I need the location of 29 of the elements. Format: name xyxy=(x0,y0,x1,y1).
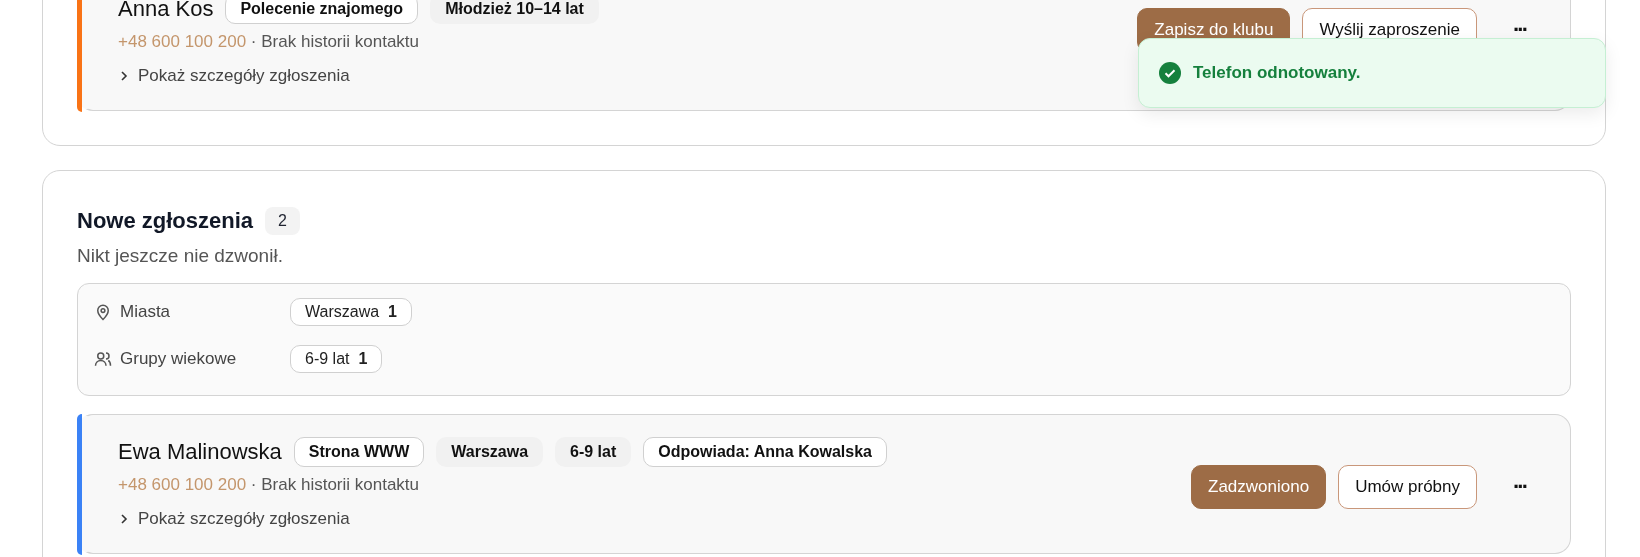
users-icon xyxy=(94,350,112,368)
filter-label: Miasta xyxy=(120,302,171,322)
secondary-button[interactable]: Umów próbny xyxy=(1338,465,1477,509)
chevron-right-icon xyxy=(118,70,130,82)
check-circle-icon xyxy=(1159,62,1181,84)
chevron-right-icon xyxy=(118,513,130,525)
more-button[interactable]: ··· xyxy=(1503,474,1536,500)
map-pin-icon xyxy=(94,303,112,321)
count-badge: 2 xyxy=(265,207,300,235)
lead-tag: Warszawa xyxy=(436,437,544,467)
details-toggle[interactable]: Pokaż szczegóły zgłoszenia xyxy=(118,509,887,529)
lead-name: Ewa Malinowska xyxy=(118,439,282,465)
filter-chip[interactable]: Warszawa 1 xyxy=(290,298,412,326)
primary-button[interactable]: Zadzwoniono xyxy=(1191,465,1327,509)
details-toggle[interactable]: Pokaż szczegóły zgłoszenia xyxy=(118,66,599,86)
lead-tag: Polecenie znajomego xyxy=(225,0,419,24)
lead-tag: Odpowiada: Anna Kowalska xyxy=(643,437,887,467)
contact-line: +48 600 100 200 · Brak historii kontaktu xyxy=(118,32,421,52)
more-button[interactable]: ··· xyxy=(1503,17,1536,43)
toast-message: Telefon odnotowany. xyxy=(1193,63,1361,83)
lead-name: Anna Kos xyxy=(118,0,214,22)
section-subtitle: Nikt jeszcze nie dzwonił. xyxy=(77,245,284,267)
filter-chip[interactable]: 6-9 lat 1 xyxy=(290,345,383,373)
lead-tag: Młodzież 10–14 lat xyxy=(430,0,599,24)
lead-tag: Strona WWW xyxy=(293,437,425,467)
lead-tag: 6-9 lat xyxy=(555,437,632,467)
section-title: Nowe zgłoszenia xyxy=(77,208,254,234)
filter-label: Grupy wiekowe xyxy=(120,349,237,369)
contact-line: +48 600 100 200 · Brak historii kontaktu xyxy=(118,475,421,495)
